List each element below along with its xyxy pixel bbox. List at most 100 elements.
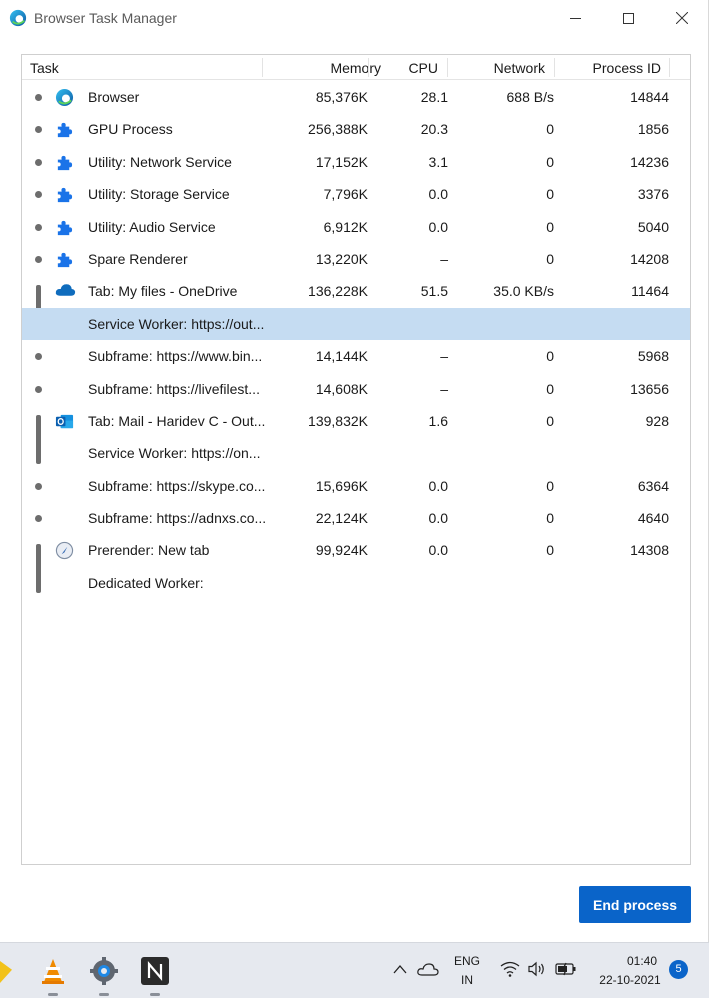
table-row[interactable]: Browser 85,376K 28.1 688 B/s 14844 [22,81,690,113]
column-header-memory[interactable]: Memory [330,60,381,76]
active-indicator [150,993,160,996]
task-name: Subframe: https://skype.co... [88,477,266,494]
language-indicator-line1[interactable]: ENG [451,954,483,968]
network-value: 0 [546,542,554,559]
title-bar[interactable]: Browser Task Manager [0,0,709,36]
task-name: GPU Process [88,121,173,138]
table-row[interactable]: Tab: My files - OneDrive 136,228K 51.5 35.0… [22,275,690,335]
table-row[interactable]: Subframe: https://skype.co... 15,696K 0.0 0… [22,470,690,502]
process-id-value: 5968 [637,348,669,365]
task-name: Subframe: https://livefilest... [88,380,260,397]
task-name: Spare Renderer [88,250,188,267]
task-name: Dedicated Worker: [88,574,204,591]
volume-icon[interactable] [527,961,547,977]
memory-value: 139,832K [308,412,368,429]
row-bullet [35,94,42,101]
cpu-value: 20.3 [420,121,448,138]
column-header-network[interactable]: Network [494,60,545,76]
cpu-value: 0.0 [428,510,448,527]
memory-value: 14,608K [315,380,368,397]
battery-charging-icon[interactable] [555,962,577,976]
task-name: Subframe: https://adnxs.co... [88,510,267,527]
memory-value: 85,376K [315,89,368,105]
table-row[interactable]: Utility: Storage Service 7,796K 0.0 0 3376 [22,178,690,210]
puzzle-icon [55,218,74,237]
settings-gear-icon[interactable] [89,956,119,986]
cpu-value: – [440,250,448,267]
network-value: 0 [546,380,554,397]
network-value: 0 [546,510,554,527]
chevron-up-icon[interactable] [393,964,407,974]
onedrive-icon [55,282,76,301]
table-row[interactable]: Spare Renderer 13,220K – 0 14208 [22,243,690,275]
network-value: 0 [546,153,554,170]
column-separator[interactable] [262,58,263,77]
task-name: Tab: My files - OneDrive [88,283,238,300]
taskbar: ENG IN 01:40 22-10-2021 [0,942,709,998]
process-id-value: 14844 [630,89,669,105]
network-value: 0 [546,218,554,235]
end-process-button[interactable]: End process [579,886,691,923]
process-id-value: 3376 [637,186,669,203]
task-name: Utility: Audio Service [88,218,216,235]
memory-value: 14,144K [315,348,368,365]
task-name: Tab: Mail - Haridev C - Out... [88,412,266,429]
table-row[interactable]: Utility: Network Service 17,152K 3.1 0 14236 [22,146,690,178]
task-name: Subframe: https://www.bin... [88,348,263,365]
process-id-value: 5040 [637,218,669,235]
minimize-button[interactable] [552,0,598,36]
maximize-button[interactable] [605,0,651,36]
column-separator[interactable] [669,58,670,77]
task-name: Utility: Storage Service [88,186,230,203]
table-row[interactable]: GPU Process 256,388K 20.3 0 1856 [22,113,690,145]
memory-value: 136,228K [308,283,368,300]
wifi-icon[interactable] [500,961,520,977]
vlc-icon[interactable] [38,956,68,986]
table-row[interactable]: Dedicated Worker: [22,567,690,599]
column-separator[interactable] [447,58,448,77]
network-value: 0 [546,348,554,365]
column-header-process-id[interactable]: Process ID [593,60,661,76]
cpu-value: 0.0 [428,186,448,203]
network-value: 0 [546,186,554,203]
row-bullet [35,255,42,263]
process-id-value: 13656 [630,380,669,397]
maximize-icon [622,12,634,24]
table-row[interactable]: Utility: Audio Service 6,912K 0.0 0 5040 [22,211,690,243]
cpu-value: 1.6 [428,412,448,429]
active-indicator [99,993,109,996]
table-row[interactable]: Prerender: New tab 99,924K 0.0 0 14308 [22,534,690,594]
network-value: 0 [546,250,554,267]
row-bullet [35,158,42,166]
clock-time[interactable]: 01:40 [612,954,672,968]
close-icon [676,12,688,24]
task-name: Utility: Network Service [88,153,232,170]
cpu-value: 28.1 [420,89,448,105]
n-app-icon[interactable] [140,956,170,986]
cpu-value: – [440,380,448,397]
process-table[interactable]: Task Memory CPU Network Process ID Brows… [21,54,691,865]
column-header-cpu[interactable]: CPU [408,60,438,76]
table-row[interactable]: Tab: Mail - Haridev C - Out... 139,832K 1.… [22,405,690,464]
column-header-task[interactable]: Task [30,60,59,76]
column-separator[interactable] [554,58,555,77]
notification-badge[interactable]: 5 [669,960,688,979]
edge-icon [55,88,74,107]
memory-value: 6,912K [323,218,368,235]
table-row[interactable]: Service Worker: https://out... [22,307,690,341]
network-value: 0 [546,477,554,494]
app-icon-partial[interactable] [0,961,12,983]
minimize-icon [569,17,581,19]
table-row[interactable]: Subframe: https://www.bin... 14,144K – 0 596… [22,340,690,372]
table-row[interactable]: Subframe: https://adnxs.co... 22,124K 0.0 0… [22,502,690,534]
table-row[interactable]: Service Worker: https://on... [22,437,690,469]
column-separator[interactable] [368,58,369,77]
language-indicator-line2[interactable]: IN [451,973,483,987]
process-id-value: 6364 [637,477,669,494]
clock-date[interactable]: 22-10-2021 [592,973,668,987]
table-row[interactable]: Subframe: https://livefilest... 14,608K – 0… [22,373,690,405]
onedrive-cloud-icon[interactable] [417,962,439,976]
active-indicator [48,993,58,996]
close-button[interactable] [659,0,705,36]
memory-value: 15,696K [315,477,368,494]
